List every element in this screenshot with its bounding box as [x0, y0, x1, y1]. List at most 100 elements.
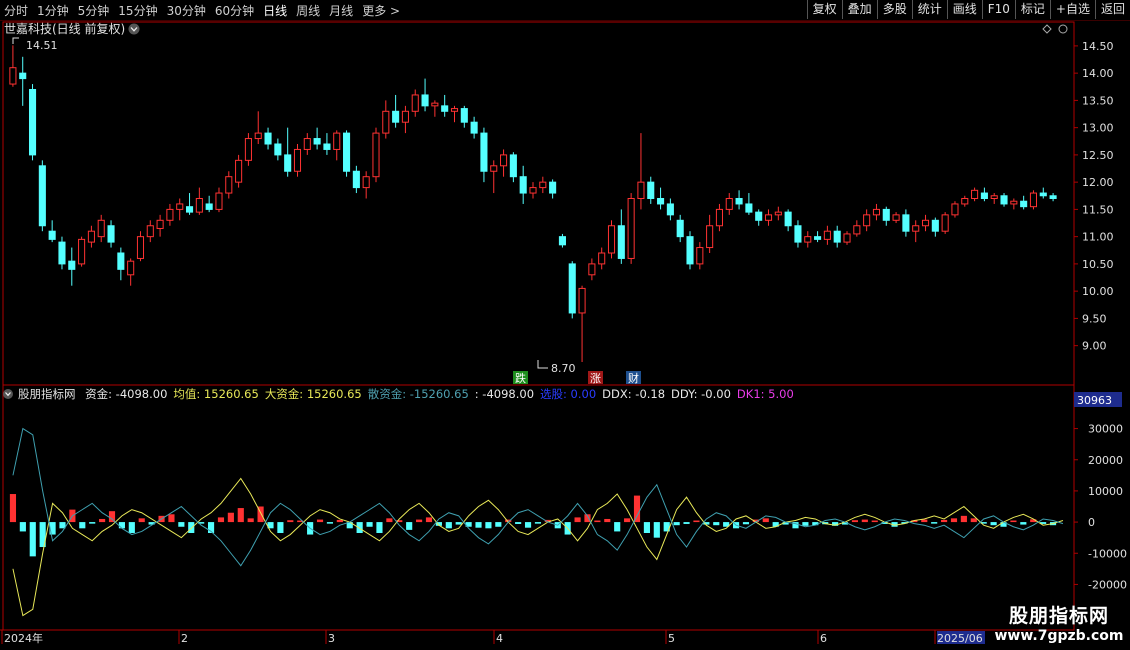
fund-bar-13: [138, 518, 145, 523]
candle-14: [146, 220, 154, 243]
candle-78: [774, 206, 782, 221]
indicator-item-0: 资金: -4098.00: [85, 387, 167, 401]
fund-bar-69: [693, 520, 700, 523]
fund-bar-64: [643, 522, 650, 533]
fund-bar-95: [950, 518, 958, 523]
candle-76: [755, 209, 763, 226]
candle-21: [215, 187, 223, 213]
candle-56: [558, 233, 566, 248]
candle-82: [814, 231, 822, 243]
candle-84: [833, 225, 841, 248]
candlestick-series: [9, 45, 1057, 362]
candle-44: [441, 94, 449, 117]
indicator-item-1: 均值: 15260.65: [173, 387, 258, 401]
fund-bar-32: [326, 522, 334, 524]
fund-bar-74: [742, 522, 750, 525]
candle-67: [666, 198, 674, 221]
fund-bar-62: [624, 518, 631, 523]
fund-bar-53: [534, 522, 542, 524]
low-pointer: [537, 360, 548, 369]
candle-106: [1049, 193, 1057, 202]
candle-58: [578, 285, 586, 362]
fund-bar-7: [79, 522, 86, 529]
marker-fall[interactable]: 跌: [513, 371, 528, 385]
fund-bar-92: [921, 519, 928, 523]
candle-59: [588, 258, 596, 281]
fund-bar-49: [495, 522, 502, 527]
fund-bar-80: [802, 522, 809, 526]
high-pointer: [12, 37, 19, 44]
fund-bar-60: [604, 518, 611, 523]
indicator-frame: [2, 384, 1075, 631]
fund-bar-8: [89, 522, 96, 524]
candle-93: [921, 214, 930, 232]
candle-101: [1000, 193, 1008, 207]
candle-99: [980, 187, 988, 202]
candle-37: [372, 127, 380, 183]
candle-3: [38, 160, 46, 232]
candle-77: [764, 209, 773, 226]
fund-bar-38: [386, 518, 393, 523]
title-dropdown-icon[interactable]: [128, 23, 140, 35]
candle-30: [303, 133, 311, 155]
candle-96: [951, 201, 959, 218]
diamond-icon[interactable]: [1042, 24, 1052, 34]
candle-13: [136, 231, 145, 262]
indicator-dropdown-icon[interactable]: [3, 389, 13, 399]
fund-bar-61: [614, 522, 621, 532]
fund-bar-42: [425, 517, 433, 523]
fund-bar-99: [990, 522, 997, 526]
fund-bar-36: [366, 522, 373, 527]
fund-bar-9: [99, 518, 106, 523]
candle-1: [19, 56, 27, 106]
date-label-3: 4: [496, 632, 503, 645]
date-label-6: 2025/06: [937, 632, 983, 645]
fund-bar-101: [1010, 520, 1017, 523]
candle-9: [97, 214, 105, 243]
candle-104: [1029, 190, 1038, 210]
fund-bar-41: [416, 519, 423, 523]
fund-bar-45: [455, 522, 462, 525]
settings-dot-icon[interactable]: [1058, 24, 1068, 34]
candle-23: [235, 154, 243, 188]
fund-bar-48: [485, 522, 492, 529]
candle-47: [470, 116, 478, 139]
candle-57: [568, 261, 576, 319]
stock-title: 世嘉科技(日线 前复权): [4, 21, 125, 36]
candle-83: [823, 225, 831, 245]
candle-87: [863, 209, 871, 232]
fund-bar-0: [9, 494, 17, 523]
big-fund-line: [12, 477, 1064, 617]
fund-bar-86: [861, 519, 868, 523]
candle-72: [715, 203, 723, 232]
svg-text:涨: 涨: [590, 372, 601, 385]
fund-bar-18: [188, 522, 195, 533]
marker-finance[interactable]: 财: [626, 371, 641, 385]
fund-bar-11: [118, 522, 125, 529]
candle-68: [676, 214, 684, 243]
indicator-tick-2: 10000: [1088, 485, 1123, 498]
date-axis: 2024年 2 3 4 5 6 2025/06: [1, 630, 985, 645]
candle-102: [1010, 198, 1018, 210]
marker-rise[interactable]: 涨: [588, 371, 603, 385]
candle-35: [352, 165, 360, 194]
candle-73: [725, 193, 733, 215]
candle-55: [549, 179, 557, 199]
candle-32: [323, 133, 331, 155]
indicator-tick-0: 30000: [1088, 423, 1123, 436]
stock-chart-canvas[interactable]: 14.50 14.00 13.50 13.00 12.50 12.00 11.50 11.00…: [0, 0, 1130, 650]
candle-100: [990, 193, 998, 204]
candle-48: [480, 127, 488, 183]
svg-text:跌: 跌: [515, 371, 526, 385]
candle-36: [362, 171, 370, 199]
candle-71: [706, 214, 714, 253]
fund-bar-31: [316, 519, 324, 523]
fund-bar-52: [524, 522, 532, 528]
candle-94: [931, 217, 939, 237]
value-box-text: 30963: [1077, 394, 1112, 407]
price-tick-9: 10.00: [1082, 285, 1114, 298]
candle-33: [333, 130, 341, 161]
candle-29: [293, 144, 302, 177]
candle-86: [853, 220, 861, 237]
fund-bar-71: [713, 522, 720, 526]
